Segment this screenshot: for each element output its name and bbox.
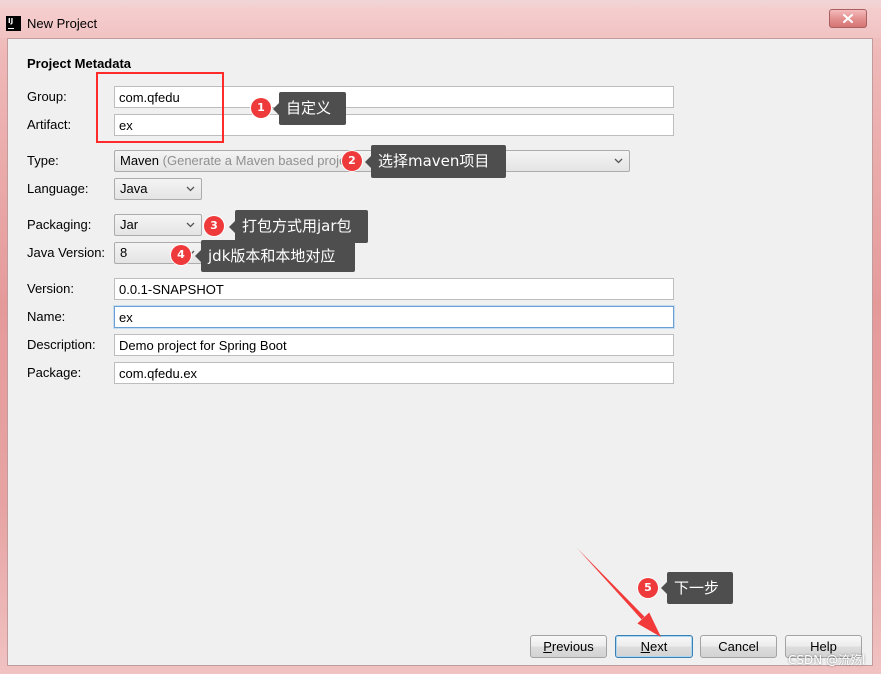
version-input[interactable] xyxy=(114,278,674,300)
close-button[interactable] xyxy=(829,9,867,28)
cancel-button-label: Cancel xyxy=(718,639,759,654)
intellij-icon: IJ xyxy=(6,16,21,31)
watermark: CSDN @流殇l xyxy=(788,653,866,667)
type-hint: (Generate a Maven based proje xyxy=(162,153,347,168)
group-label: Group: xyxy=(27,89,67,104)
version-label: Version: xyxy=(27,281,74,296)
language-dropdown[interactable]: Java xyxy=(114,178,202,200)
previous-button[interactable]: Previous xyxy=(530,635,607,658)
description-input[interactable] xyxy=(114,334,674,356)
cancel-button[interactable]: Cancel xyxy=(700,635,777,658)
section-title: Project Metadata xyxy=(27,56,132,71)
package-input[interactable] xyxy=(114,362,674,384)
package-label: Package: xyxy=(27,365,82,380)
annotation-badge: 1 xyxy=(251,98,271,118)
annotation-callout: jdk版本和本地对应 xyxy=(195,240,355,272)
chevron-down-icon xyxy=(186,186,195,192)
artifact-label: Artifact: xyxy=(27,117,72,132)
packaging-label: Packaging: xyxy=(27,217,92,232)
packaging-dropdown[interactable]: Jar xyxy=(114,214,202,236)
next-button[interactable]: Next xyxy=(615,635,693,658)
title-bar: IJ New Project xyxy=(0,0,881,38)
annotation-callout: 打包方式用jar包 xyxy=(229,210,368,243)
annotation-badge: 3 xyxy=(204,216,224,236)
language-label: Language: xyxy=(27,181,89,196)
language-value: Java xyxy=(120,181,148,196)
annotation-callout: 选择maven项目 xyxy=(365,145,506,178)
highlight-box xyxy=(96,72,224,143)
annotation-badge: 2 xyxy=(342,151,362,171)
java-version-value: 8 xyxy=(120,245,128,260)
previous-button-label: Previous xyxy=(543,639,594,654)
type-value: Maven xyxy=(120,153,160,168)
annotation-callout: 下一步 xyxy=(661,572,733,604)
annotation-badge: 4 xyxy=(171,245,191,265)
annotation-callout: 自定义 xyxy=(273,92,346,125)
annotation-badge: 5 xyxy=(638,578,658,598)
type-label: Type: xyxy=(27,153,59,168)
close-icon xyxy=(843,14,853,23)
name-label: Name: xyxy=(27,309,66,324)
intellij-icon-lettering: IJ xyxy=(8,17,14,25)
window-title: New Project xyxy=(27,16,98,31)
description-label: Description: xyxy=(27,337,96,352)
java-version-label: Java Version: xyxy=(27,245,106,260)
packaging-value: Jar xyxy=(120,217,139,232)
chevron-down-icon xyxy=(614,158,623,164)
chevron-down-icon xyxy=(186,222,195,228)
name-input[interactable] xyxy=(114,306,674,328)
next-button-label: Next xyxy=(640,639,668,654)
